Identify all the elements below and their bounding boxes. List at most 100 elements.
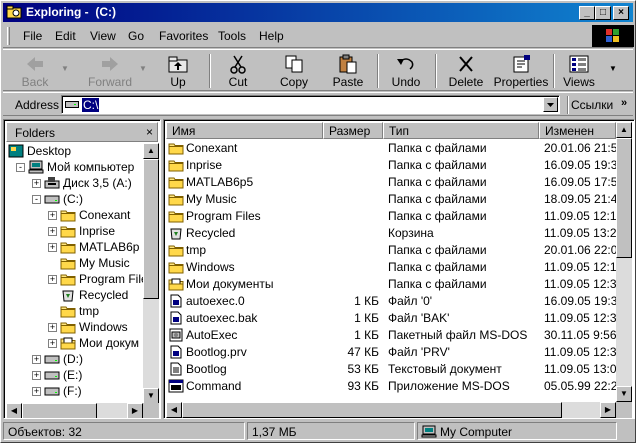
file-type: Пакетный файл MS-DOS [388,328,528,342]
file-list-horizontal-scrollbar[interactable]: ◀ ▶ [166,402,616,418]
undo-button[interactable]: Undo [383,52,429,90]
menu-favorites[interactable]: Favorites [159,29,208,43]
title-bar[interactable]: Exploring - (C:) _ □ × [3,3,633,22]
expand-icon[interactable]: + [48,323,57,332]
menu-file[interactable]: File [23,29,42,43]
expand-icon[interactable]: + [32,179,41,188]
menu-edit[interactable]: Edit [55,29,76,43]
table-row[interactable]: Bootlog 53 КБ Текстовый документ 11.09.05 1… [166,361,616,378]
links-button[interactable]: Ссылки [571,98,613,112]
scroll-thumb[interactable] [616,138,632,258]
toolbar-separator [435,54,437,88]
cut-button[interactable]: Cut [215,52,261,90]
column-header-name[interactable]: Имя [166,122,323,139]
tree-item-label: (D:) [63,352,83,366]
close-icon: × [618,7,624,18]
scroll-thumb[interactable] [143,159,159,299]
table-row[interactable]: autoexec.0 1 КБ Файл '0' 16.09.05 19:36 [166,293,616,310]
file-size: 1 КБ [354,294,379,308]
menu-grip[interactable] [7,27,10,45]
scroll-left-button[interactable]: ◀ [166,402,182,418]
scroll-thumb[interactable] [22,403,97,418]
tree-horizontal-scrollbar[interactable]: ◀ ▶ [6,403,143,418]
close-pane-icon[interactable]: × [146,125,153,139]
views-button[interactable]: Views [559,52,599,90]
scissors-icon [230,55,246,74]
table-row[interactable]: Windows Папка с файлами 11.09.05 12:18 [166,259,616,276]
tree-vertical-scrollbar[interactable]: ▲ ▼ [143,143,159,404]
table-row[interactable]: tmp Папка с файлами 20.01.06 22:06 [166,242,616,259]
expand-icon[interactable]: + [32,387,41,396]
file-list-vertical-scrollbar[interactable]: ▲ ▼ [616,122,632,402]
collapse-icon[interactable]: - [16,163,25,172]
close-button[interactable]: × [613,6,629,20]
folder-icon [60,304,76,318]
table-row[interactable]: Conexant Папка с файлами 20.01.06 21:57 [166,140,616,157]
minimize-button[interactable]: _ [579,6,595,20]
table-row[interactable]: My Music Папка с файлами 18.09.05 21:42 [166,191,616,208]
table-row[interactable]: AutoExec 1 КБ Пакетный файл MS-DOS 30.11.05… [166,327,616,344]
expand-icon[interactable]: + [32,355,41,364]
menu-view[interactable]: View [90,29,116,43]
collapse-icon[interactable]: - [32,195,41,204]
expand-icon[interactable]: + [48,211,57,220]
table-row[interactable]: Program Files Папка с файлами 11.09.05 12:… [166,208,616,225]
properties-button[interactable]: Properties [493,52,549,90]
copy-button[interactable]: Copy [269,52,319,90]
table-row[interactable]: autoexec.bak 1 КБ Файл 'BAK' 11.09.05 12:32 [166,310,616,327]
scroll-corner [143,403,159,418]
menu-tools[interactable]: Tools [218,29,246,43]
scroll-right-button[interactable]: ▶ [127,403,143,418]
views-dropdown-icon[interactable]: ▼ [609,64,617,73]
scroll-up-button[interactable]: ▲ [616,122,632,138]
menu-go[interactable]: Go [128,29,144,43]
desktop-icon [8,144,24,158]
maximize-button[interactable]: □ [595,6,611,20]
file-type: Папка с файлами [388,141,487,155]
tree-item-label: (E:) [63,368,83,382]
table-row[interactable]: Мои документы Папка с файлами 11.09.05 12:… [166,276,616,293]
up-button[interactable]: Up [155,52,201,90]
expand-icon[interactable]: + [48,227,57,236]
address-dropdown-button[interactable] [543,97,558,112]
expand-icon[interactable]: + [48,243,57,252]
menu-help[interactable]: Help [259,29,284,43]
file-list[interactable]: Conexant Папка с файлами 20.01.06 21:57 Inp… [166,140,616,402]
file-size: 47 КБ [347,345,379,359]
back-dropdown-icon[interactable]: ▼ [61,64,69,73]
chevron-right-icon[interactable]: » [621,97,627,109]
table-row[interactable]: Inprise Папка с файлами 16.09.05 19:39 [166,157,616,174]
table-row[interactable]: Bootlog.prv 47 КБ Файл 'PRV' 11.09.05 12:33 [166,344,616,361]
file-name: Recycled [186,226,236,240]
scroll-up-button[interactable]: ▲ [143,143,159,159]
status-bar: Объектов: 32 1,37 МБ My Computer [3,421,633,441]
scroll-down-button[interactable]: ▼ [143,388,159,404]
column-header-modified[interactable]: Изменен [539,122,616,139]
tree-item-label: Windows [79,320,128,334]
column-header-size[interactable]: Размер [323,122,383,139]
paste-button[interactable]: Paste [323,52,373,90]
table-row[interactable]: Command 93 КБ Приложение MS-DOS 05.05.99 22… [166,378,616,395]
column-header-type[interactable]: Тип [383,122,539,139]
table-row[interactable]: Recycled Корзина 11.09.05 13:28 [166,225,616,242]
address-input[interactable]: C:\ [61,95,560,114]
scroll-thumb[interactable] [182,402,562,418]
forward-button[interactable]: Forward [83,52,137,90]
scroll-down-button[interactable]: ▼ [616,386,632,402]
folder-tree[interactable]: Desktop - Мой компьютер + Диск 3,5 (A:) - (C:)… [6,143,145,404]
scroll-left-button[interactable]: ◀ [6,403,22,418]
tree-item-label: Desktop [27,144,72,158]
expand-icon[interactable]: + [48,275,57,284]
back-button[interactable]: Back [13,52,57,90]
forward-arrow-icon [102,57,118,71]
delete-button[interactable]: Delete [441,52,491,90]
expand-icon[interactable]: + [48,339,57,348]
table-row[interactable]: MATLAB6p5 Папка с файлами 16.09.05 17:58 [166,174,616,191]
undo-icon [397,58,414,70]
forward-dropdown-icon[interactable]: ▼ [139,64,147,73]
expand-icon[interactable]: + [32,371,41,380]
file-name: Windows [186,260,235,274]
scroll-right-button[interactable]: ▶ [600,402,616,418]
file-modified: 16.09.05 19:36 [544,294,616,308]
generic-file-icon [168,311,184,325]
